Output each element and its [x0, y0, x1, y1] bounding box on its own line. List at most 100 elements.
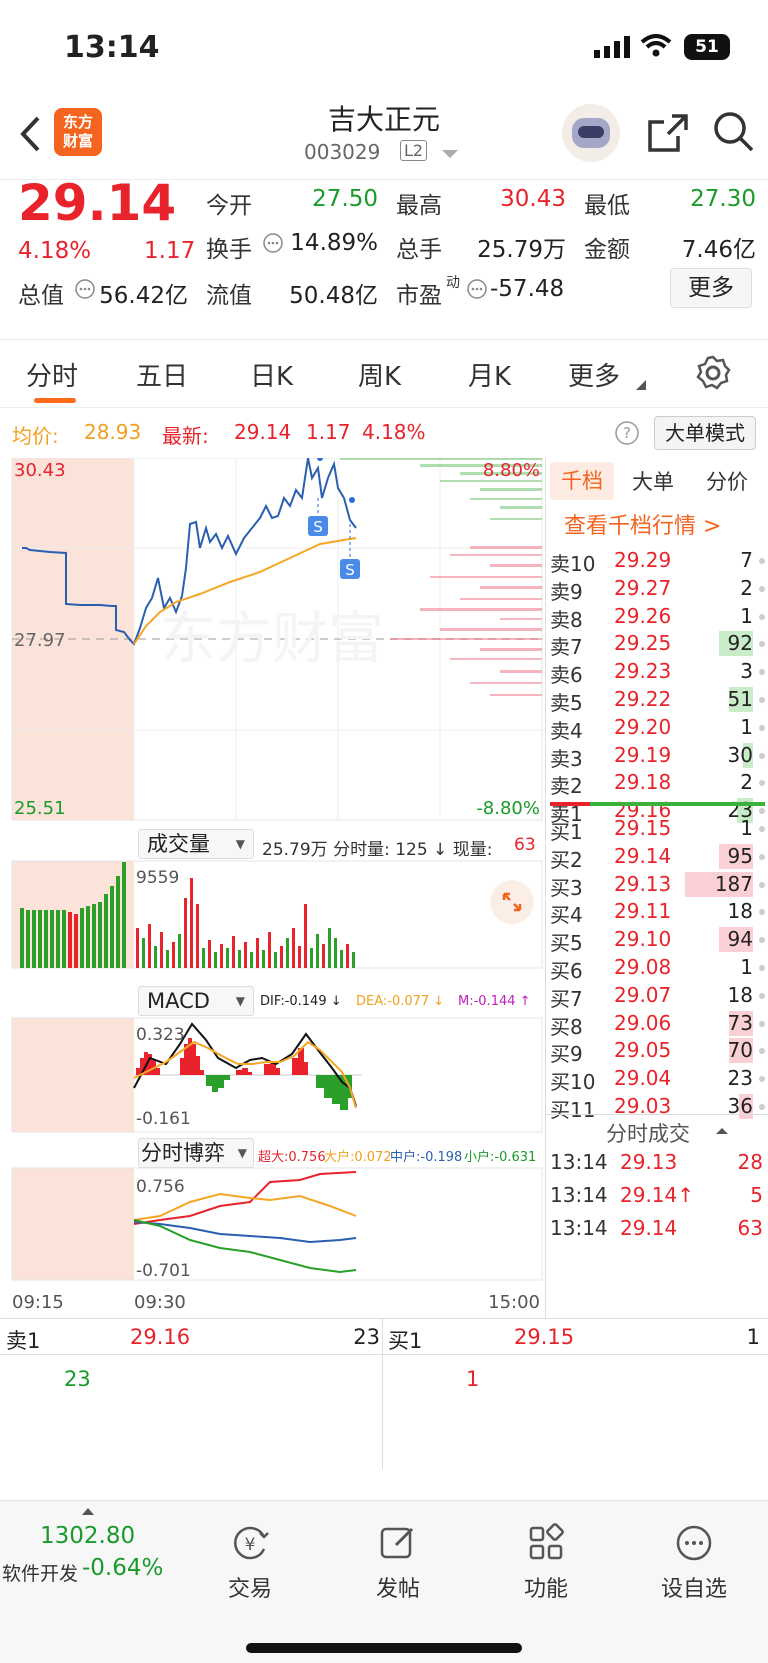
expand-button[interactable]	[490, 880, 534, 924]
more-button[interactable]: 更多	[670, 268, 752, 308]
macd-max-label: 0.323	[136, 1025, 185, 1045]
last-value: 29.14	[234, 420, 292, 444]
level-badge[interactable]: L2	[400, 140, 428, 161]
y-min-label: 25.51	[14, 798, 66, 819]
tab-intraday[interactable]: 分时	[26, 356, 78, 393]
ask-row[interactable]: 卖2 29.18 2	[546, 768, 768, 798]
tab-depth[interactable]: 千档	[550, 462, 614, 500]
level-volume: 18	[727, 982, 753, 1007]
tab-price-dist[interactable]: 分价	[706, 466, 748, 496]
info-dots-icon[interactable]	[262, 232, 284, 254]
level-price: 29.11	[614, 899, 672, 924]
sector-index-value[interactable]: 1302.80	[40, 1523, 135, 1549]
game-max-label: 0.756	[136, 1177, 185, 1197]
last-label: 最新:	[162, 424, 209, 448]
level-label: 买2	[550, 847, 583, 872]
help-icon[interactable]: ?	[614, 420, 640, 446]
trade-price: 29.14↑	[620, 1183, 695, 1207]
mktcap-label: 总值	[18, 283, 64, 309]
bid-row[interactable]: 买2 29.14 95	[546, 842, 768, 872]
avg-value: 28.93	[84, 420, 142, 444]
chevron-down-icon[interactable]	[442, 150, 458, 160]
share-icon[interactable]	[646, 112, 690, 154]
tab-big-order[interactable]: 大单	[632, 466, 674, 496]
volume-max-label: 9559	[136, 868, 179, 888]
trade-icon: ¥	[234, 1526, 269, 1560]
status-dot	[759, 780, 765, 787]
nav-post[interactable]: 发帖	[338, 1523, 458, 1603]
back-icon[interactable]	[18, 114, 42, 154]
high-label: 最高	[396, 193, 442, 219]
ask-row[interactable]: 卖3 29.19 30	[546, 741, 768, 771]
game-selector[interactable]: 分时博弈 ▼	[138, 1138, 254, 1168]
ask-row[interactable]: 卖6 29.23 3	[546, 657, 768, 687]
search-icon[interactable]	[712, 110, 756, 154]
ask-row[interactable]: 卖7 29.25 92	[546, 629, 768, 659]
dropdown-icon: ▼	[235, 837, 245, 851]
trade-row: 13:14 29.14↑ 5	[546, 1181, 768, 1210]
trades-title[interactable]: 分时成交	[606, 1118, 690, 1148]
level-price: 29.06	[614, 1010, 672, 1035]
high-value: 30.43	[500, 186, 566, 212]
bid-row[interactable]: 买4 29.11 18	[546, 897, 768, 927]
ask-row[interactable]: 卖5 29.22 51	[546, 685, 768, 715]
bid-row[interactable]: 买1 29.15 1	[546, 814, 768, 844]
tab-five-day[interactable]: 五日	[136, 356, 188, 393]
status-dot	[759, 558, 765, 564]
nav-post-label: 发帖	[375, 1577, 420, 1602]
bid-row[interactable]: 买9 29.05 70	[546, 1036, 768, 1067]
info-dots-icon[interactable]	[466, 278, 488, 300]
status-dot	[759, 992, 765, 999]
nav-trade[interactable]: ¥ 交易	[190, 1523, 310, 1603]
level-price: 29.05	[614, 1038, 672, 1063]
low-label: 最低	[584, 193, 630, 219]
big-order-mode-button[interactable]: 大单模式	[654, 416, 756, 450]
level-volume: 1	[740, 816, 753, 840]
bid-row[interactable]: 买5 29.10 94	[546, 925, 768, 955]
bid-row[interactable]: 买10 29.04 23	[546, 1064, 768, 1094]
nav-watchlist[interactable]: 设自选	[634, 1523, 754, 1603]
chart-svg: 东方财富 S S 30.43 27.97 25.51 8.80% -8.80%	[11, 458, 543, 1313]
bid-row[interactable]: 买6 29.08 1	[546, 953, 768, 983]
last-pct: 4.18%	[362, 420, 426, 444]
y-max-label: 30.43	[14, 460, 66, 481]
level-volume: 7	[740, 548, 753, 572]
level-label: 买9	[550, 1042, 583, 1067]
nav-function[interactable]: 功能	[486, 1523, 606, 1603]
intraday-chart[interactable]: 东方财富 S S 30.43 27.97 25.51 8.80% -8.80%	[0, 458, 545, 1318]
volume-selector[interactable]: 成交量 ▼	[138, 829, 254, 859]
bid-row[interactable]: 买8 29.06 73	[546, 1009, 768, 1039]
pe-superscript: 动	[446, 275, 460, 291]
sector-name[interactable]: 软件开发	[2, 1559, 78, 1586]
bid-row[interactable]: 买3 29.13 187	[546, 870, 768, 900]
nav-function-label: 功能	[523, 1577, 568, 1602]
bottom-tab-bar: 1302.80 软件开发 -0.64% ¥ 交易 发帖 功能 设自选	[0, 1500, 768, 1663]
level-price: 29.22	[614, 687, 672, 711]
assistant-avatar[interactable]	[562, 104, 620, 162]
view-depth-link[interactable]: 查看千档行情 >	[564, 508, 721, 540]
bid-row[interactable]: 买11 29.03 36	[546, 1092, 768, 1122]
tab-day-k[interactable]: 日K	[250, 356, 293, 393]
trade-price: 29.14	[620, 1216, 678, 1240]
tab-month-k[interactable]: 月K	[468, 356, 511, 393]
level-price: 29.15	[614, 816, 672, 840]
ask-row[interactable]: 卖9 29.27 2	[546, 574, 768, 604]
tab-week-k[interactable]: 周K	[358, 356, 401, 393]
volume-value: 25.79万	[477, 237, 566, 263]
level-label: 卖4	[550, 718, 583, 743]
open-value: 27.50	[312, 186, 378, 212]
premarket-shade-vol	[12, 861, 134, 968]
ask-row[interactable]: 卖4 29.20 1	[546, 713, 768, 743]
open-label: 今开	[206, 193, 252, 219]
bid-row[interactable]: 买7 29.07 18	[546, 981, 768, 1011]
divider	[382, 1319, 383, 1469]
pe-value: -57.48	[490, 276, 565, 302]
macd-dea: DEA:-0.077 ↓	[356, 994, 445, 1009]
tab-more[interactable]: 更多	[568, 356, 620, 393]
macd-selector[interactable]: MACD ▼	[138, 986, 254, 1016]
amount-label: 金额	[584, 237, 630, 263]
level-volume: 2	[740, 575, 753, 600]
gear-icon[interactable]	[694, 354, 732, 392]
ask-row[interactable]: 卖10 29.29 7	[546, 546, 768, 576]
ask-row[interactable]: 卖8 29.26 1	[546, 602, 768, 632]
